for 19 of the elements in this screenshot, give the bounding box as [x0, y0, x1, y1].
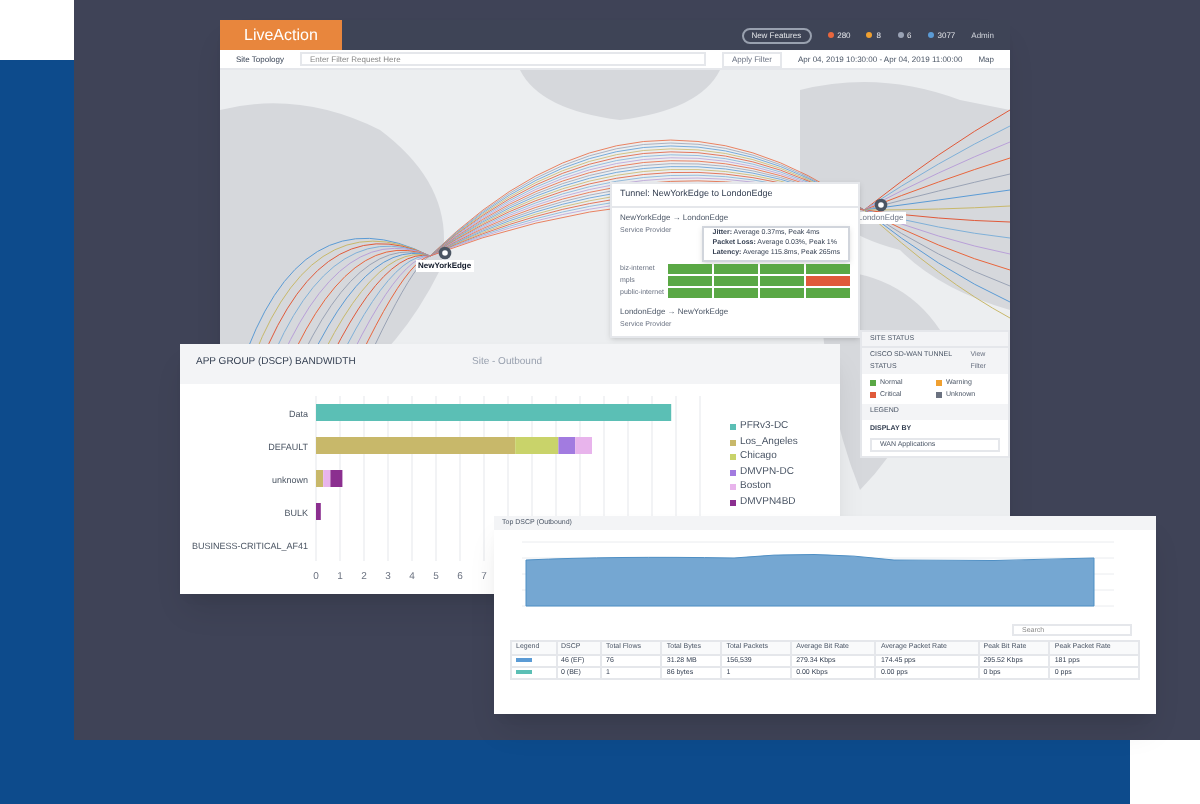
status-cell[interactable]	[760, 288, 804, 299]
status-cell[interactable]	[760, 275, 804, 286]
logo: LiveAction	[220, 20, 342, 50]
status-cell[interactable]	[668, 263, 712, 274]
bar-segment[interactable]	[330, 470, 343, 487]
status-cell[interactable]	[760, 263, 804, 274]
site-node-icon[interactable]	[437, 246, 452, 260]
bar-segment[interactable]	[323, 470, 331, 487]
status-cell[interactable]	[714, 263, 758, 274]
status-cell[interactable]	[668, 288, 712, 299]
status-cell[interactable]	[714, 288, 758, 299]
status-cell[interactable]	[806, 288, 850, 299]
status-cell[interactable]	[714, 275, 758, 286]
bar-segment[interactable]	[316, 503, 321, 520]
status-cell[interactable]	[806, 275, 850, 286]
status-cell[interactable]	[806, 263, 850, 274]
bar-segment[interactable]	[558, 437, 576, 454]
status-cell[interactable]	[668, 275, 712, 286]
site-node-icon[interactable]	[873, 198, 888, 212]
